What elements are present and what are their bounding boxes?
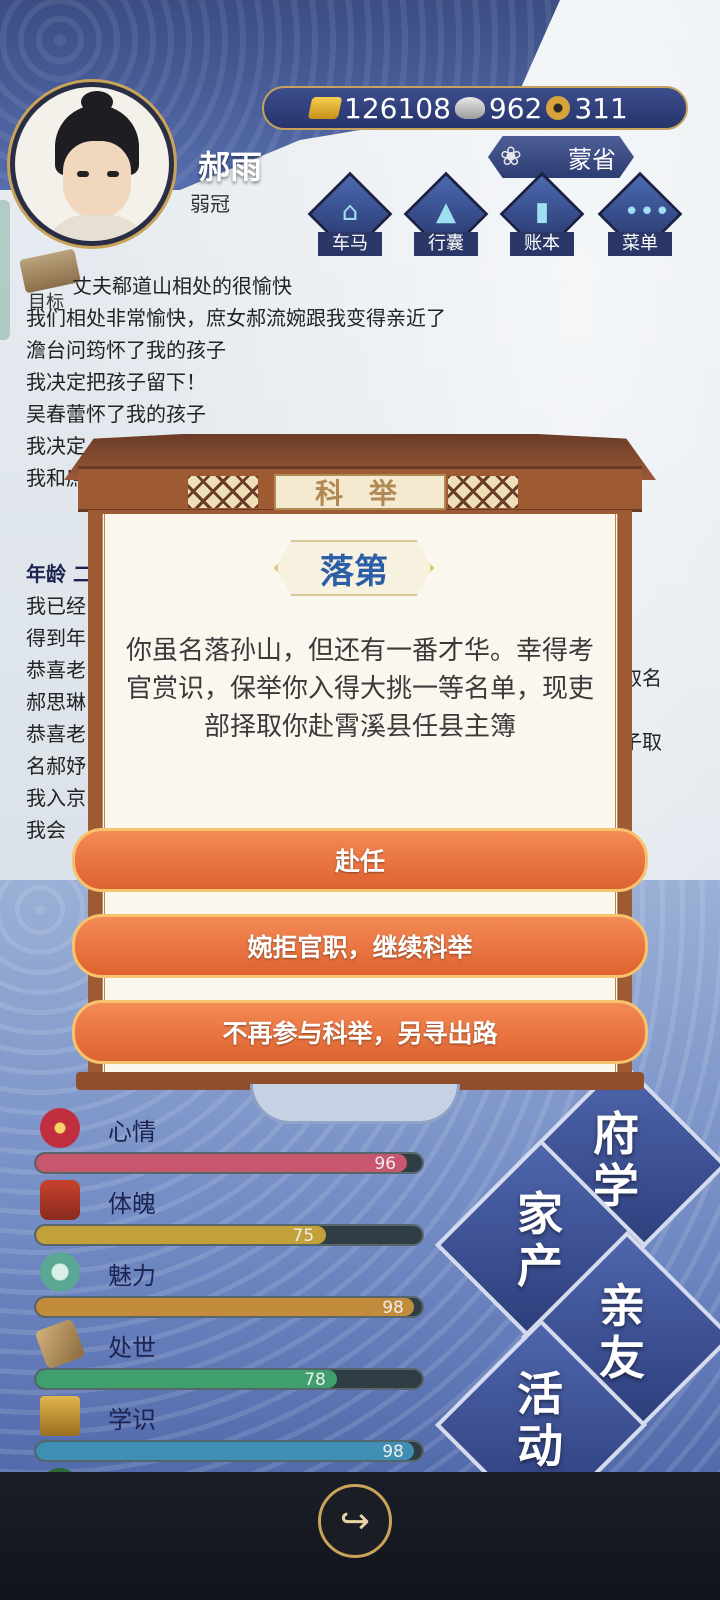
choice-accept-post[interactable]: 赴任 bbox=[72, 828, 648, 892]
choice-label: 赴任 bbox=[334, 847, 385, 876]
result-badge: 落第 bbox=[276, 540, 432, 596]
result-text: 落第 bbox=[320, 551, 388, 592]
modal-paper bbox=[102, 514, 618, 1074]
modal-title-text: 科 举 bbox=[315, 477, 405, 510]
choice-label: 婉拒官职，继续科举 bbox=[247, 933, 473, 962]
lattice-right bbox=[448, 476, 518, 508]
modal-description: 你虽名落孙山，但还有一番才华。幸得考官赏识，保举你入得大挑一等名单，现吏部择取你… bbox=[126, 636, 595, 742]
modal-title: 科 举 bbox=[274, 474, 446, 510]
choice-label: 不再参与科举，另寻出路 bbox=[222, 1019, 498, 1048]
choice-quit-exam[interactable]: 不再参与科举，另寻出路 bbox=[72, 1000, 648, 1064]
lattice-left bbox=[188, 476, 258, 508]
modal-ornament bbox=[250, 1084, 460, 1124]
choice-decline-continue-exam[interactable]: 婉拒官职，继续科举 bbox=[72, 914, 648, 978]
